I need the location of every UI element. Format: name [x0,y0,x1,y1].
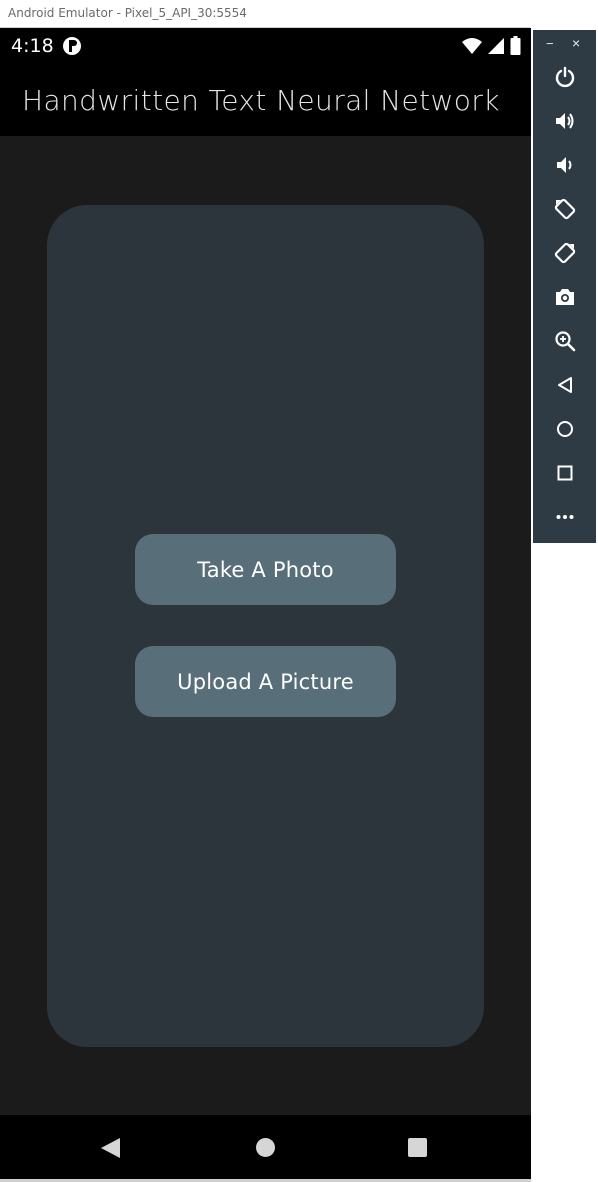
navigation-bar [0,1115,531,1179]
window-title-bar: Android Emulator - Pixel_5_API_30:5554 [0,0,530,28]
main-content: Take A Photo Upload A Picture [0,136,531,1115]
home-icon[interactable] [553,417,577,441]
window-title: Android Emulator - Pixel_5_API_30:5554 [8,6,247,20]
volume-down-icon[interactable] [553,153,577,177]
zoom-icon[interactable] [553,329,577,353]
upload-picture-button[interactable]: Upload A Picture [135,646,396,717]
action-card: Take A Photo Upload A Picture [47,205,484,1047]
home-icon[interactable] [256,1138,275,1157]
status-bar: 4:18 [0,28,531,64]
status-icons [462,36,521,60]
rotate-right-icon[interactable] [553,241,577,265]
app-bar: Handwritten Text Neural Network [0,64,531,136]
status-time: 4:18 [11,35,54,57]
take-photo-button[interactable]: Take A Photo [135,534,396,605]
power-icon[interactable] [553,65,577,89]
toolbar-window-controls: − × [533,35,596,52]
back-icon[interactable] [100,1137,122,1164]
close-button[interactable]: × [572,35,580,51]
battery-icon [510,36,521,60]
back-icon[interactable] [553,373,577,397]
rotate-left-icon[interactable] [553,197,577,221]
recents-icon[interactable] [408,1138,427,1157]
app-title: Handwritten Text Neural Network [22,84,500,117]
phone-screen: 4:18 Handwritten Text Neural Network Tak… [0,28,531,1179]
camera-icon[interactable] [553,285,577,309]
emulator-toolbar: − × [533,30,596,543]
minimize-button[interactable]: − [546,36,554,51]
wifi-icon [462,37,482,60]
emulator-window: Android Emulator - Pixel_5_API_30:5554 4… [0,0,598,1182]
signal-icon [487,37,505,60]
app-notification-icon [62,36,82,56]
volume-up-icon[interactable] [553,109,577,133]
overview-icon[interactable] [553,461,577,485]
more-icon[interactable] [553,505,577,529]
